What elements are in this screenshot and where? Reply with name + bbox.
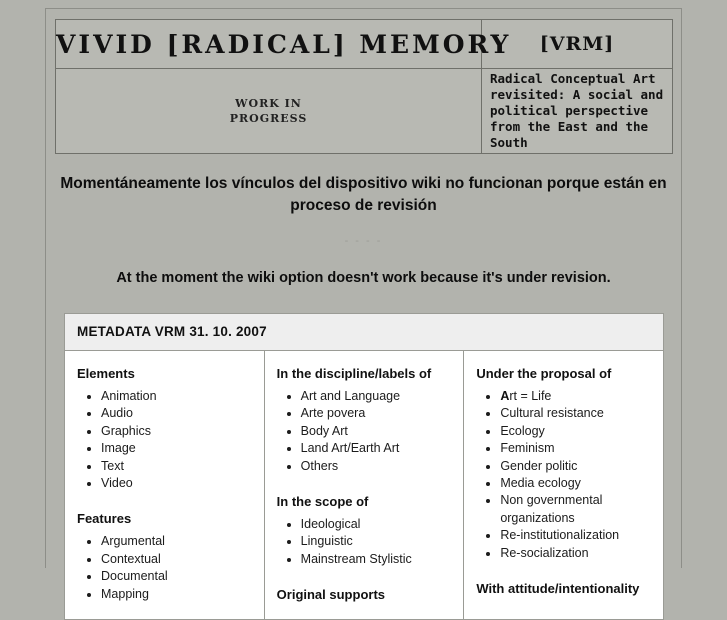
metadata-column-2: In the discipline/labels of Art and Langu… bbox=[264, 350, 465, 620]
list-item: Re-socialization bbox=[500, 545, 653, 562]
list-item: Audio bbox=[101, 405, 254, 422]
metadata-item-list: ArgumentalContextualDocumentalMapping bbox=[77, 533, 254, 603]
metadata-column-1: Elements AnimationAudioGraphicsImageTextV… bbox=[64, 350, 265, 620]
metadata-section-title: With attitude/intentionality bbox=[476, 581, 640, 597]
metadata-item-list: IdeologicalLinguisticMainstream Stylisti… bbox=[277, 516, 454, 568]
site-subtitle-line1: Radical Conceptual Art revisited: A soci… bbox=[490, 71, 664, 102]
metadata-header-row: METADATA VRM 31. 10. 2007 bbox=[64, 313, 664, 351]
notice-separator: - - - - bbox=[344, 235, 383, 247]
metadata-section-title: Under the proposal of bbox=[476, 366, 612, 381]
list-item: Art = Life bbox=[500, 388, 653, 405]
list-item: Ecology bbox=[500, 423, 653, 440]
work-in-progress-line1: WORK IN bbox=[235, 97, 302, 110]
list-item: Linguistic bbox=[301, 533, 454, 550]
metadata-item-list: Art and LanguageArte poveraBody ArtLand … bbox=[277, 388, 454, 475]
list-item: Body Art bbox=[301, 423, 454, 440]
list-item: Gender politic bbox=[500, 458, 653, 475]
site-subtitle: Radical Conceptual Art revisited: A soci… bbox=[481, 68, 673, 154]
work-in-progress-line2: PROGRESS bbox=[229, 112, 308, 125]
metadata-title: METADATA VRM 31. 10. 2007 bbox=[64, 313, 664, 351]
metadata-section-title: Original supports bbox=[276, 587, 385, 603]
list-item: Feminism bbox=[500, 440, 653, 457]
list-item: Ideological bbox=[301, 516, 454, 533]
list-item: Arte povera bbox=[301, 405, 454, 422]
metadata-item-list: Art = LifeCultural resistanceEcologyFemi… bbox=[476, 388, 653, 562]
list-item: Argumental bbox=[101, 533, 254, 550]
list-item: Non governmental organizations bbox=[500, 492, 653, 527]
list-item: Re-institutionalization bbox=[500, 527, 653, 544]
list-item: Video bbox=[101, 475, 254, 492]
list-item: Image bbox=[101, 440, 254, 457]
metadata-column-3: Under the proposal of Art = LifeCultural … bbox=[463, 350, 664, 620]
site-title: VIVID [RADICAL] MEMORY bbox=[55, 19, 508, 69]
list-item: Mainstream Stylistic bbox=[301, 551, 454, 568]
list-item: Graphics bbox=[101, 423, 254, 440]
list-item: Mapping bbox=[101, 586, 254, 603]
list-item: Cultural resistance bbox=[500, 405, 653, 422]
metadata-section-title: In the scope of bbox=[276, 494, 369, 510]
list-item: Media ecology bbox=[500, 475, 653, 492]
notice-english: At the moment the wiki option doesn't wo… bbox=[116, 270, 611, 286]
list-item: Contextual bbox=[101, 551, 254, 568]
masthead: VIVID [RADICAL] MEMORY [VRM] WORK IN PRO… bbox=[55, 19, 673, 154]
metadata-body-row: Elements AnimationAudioGraphicsImageTextV… bbox=[64, 350, 664, 620]
metadata-panel: METADATA VRM 31. 10. 2007 Elements Animat… bbox=[64, 313, 664, 620]
list-item: Documental bbox=[101, 568, 254, 585]
page-content: VIVID [RADICAL] MEMORY [VRM] WORK IN PRO… bbox=[46, 9, 681, 620]
site-subtitle-line2: political perspective from the East and … bbox=[490, 103, 649, 150]
list-item: Others bbox=[301, 458, 454, 475]
metadata-table: METADATA VRM 31. 10. 2007 Elements Animat… bbox=[64, 313, 664, 620]
metadata-item-list: AnimationAudioGraphicsImageTextVideo bbox=[77, 388, 254, 492]
list-item: Text bbox=[101, 458, 254, 475]
list-item: Animation bbox=[101, 388, 254, 405]
emphasis: A bbox=[500, 389, 510, 403]
notice-spanish: Momentáneamente los vínculos del disposi… bbox=[60, 175, 667, 214]
work-in-progress-badge: WORK IN PROGRESS bbox=[55, 68, 482, 154]
metadata-section-title: In the discipline/labels of bbox=[276, 366, 432, 381]
list-item: Art and Language bbox=[301, 388, 454, 405]
masthead-bottom-row: WORK IN PROGRESS Radical Conceptual Art … bbox=[55, 68, 673, 154]
masthead-top-row: VIVID [RADICAL] MEMORY [VRM] bbox=[55, 19, 673, 69]
list-item: Land Art/Earth Art bbox=[301, 440, 454, 457]
metadata-section-title: Elements bbox=[77, 366, 135, 381]
metadata-section-title: Features bbox=[77, 511, 132, 527]
